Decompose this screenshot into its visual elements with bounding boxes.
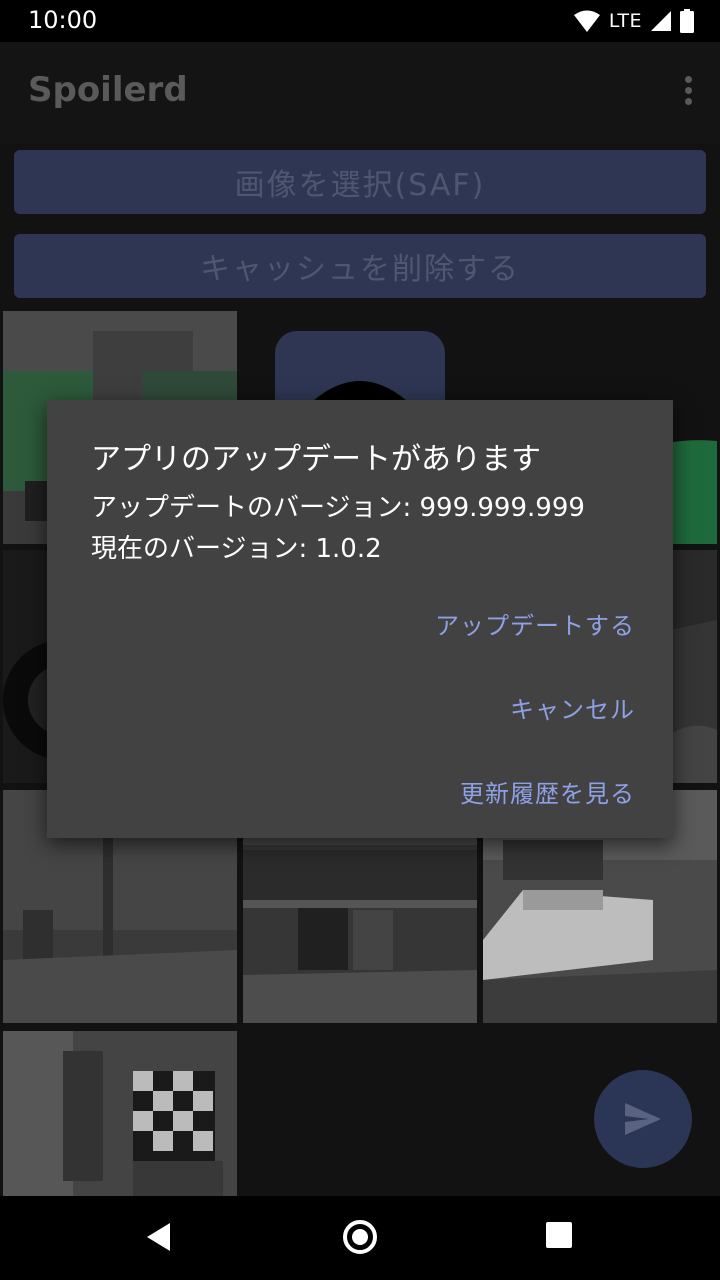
- navigation-bar: [0, 1196, 720, 1280]
- update-dialog: アプリのアップデートがあります アップデートのバージョン: 999.999.99…: [47, 400, 673, 838]
- dialog-message: アップデートのバージョン: 999.999.999 現在のバージョン: 1.0.…: [91, 488, 585, 570]
- thumbnail-10[interactable]: [3, 1031, 237, 1196]
- update-button[interactable]: アップデートする: [435, 606, 635, 641]
- recents-icon[interactable]: [546, 1222, 572, 1248]
- current-version-text: 現在のバージョン: 1.0.2: [91, 534, 382, 564]
- more-vert-icon[interactable]: [682, 76, 694, 106]
- back-icon[interactable]: [146, 1222, 172, 1252]
- send-icon: [625, 1103, 661, 1135]
- tv-room-image: [3, 1031, 237, 1196]
- home-icon[interactable]: [343, 1220, 377, 1254]
- app-bar: Spoilerd: [0, 42, 720, 144]
- changelog-button[interactable]: 更新履歴を見る: [460, 774, 635, 809]
- app-title: Spoilerd: [28, 70, 188, 110]
- update-version-text: アップデートのバージョン: 999.999.999: [91, 493, 585, 523]
- status-time: 10:00: [28, 6, 98, 34]
- network-type-label: LTE: [608, 10, 642, 32]
- cancel-button[interactable]: キャンセル: [510, 690, 635, 725]
- dialog-title: アプリのアップデートがあります: [91, 442, 541, 477]
- send-fab-button[interactable]: [594, 1070, 692, 1168]
- lte-signal-icon: [651, 11, 671, 31]
- status-bar: 10:00 LTE: [0, 0, 720, 42]
- battery-icon: [680, 9, 694, 33]
- clear-cache-button[interactable]: キャッシュを削除する: [14, 234, 706, 298]
- wifi-icon: [573, 10, 600, 32]
- status-icons: LTE: [573, 8, 694, 34]
- select-image-button[interactable]: 画像を選択(SAF): [14, 150, 706, 214]
